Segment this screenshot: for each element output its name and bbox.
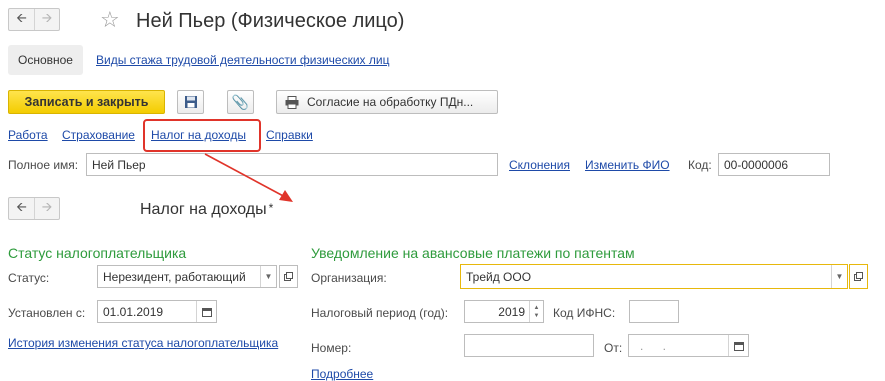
calendar-icon[interactable] [728,335,748,356]
more-details-link[interactable]: Подробнее [311,367,373,381]
tax-period-label: Налоговый период (год): [311,306,449,320]
save-and-close-button[interactable]: Записать и закрыть [8,90,165,114]
save-button[interactable] [177,90,204,114]
subform-title: Налог на доходы * [140,201,274,218]
history-nav: 🡨 🡪 [8,8,60,31]
taxpayer-status-section-title: Статус налогоплательщика [8,245,187,261]
from-date-value: . . [640,338,675,353]
consent-button-label: Согласие на обработку ПДн... [307,95,474,109]
status-select-value: Нерезидент, работающий [103,269,246,284]
organization-label: Организация: [311,271,387,285]
attach-file-button[interactable]: 📎 [227,90,254,114]
subform-history-nav: 🡨 🡪 [8,197,60,220]
code-label: Код: [688,158,712,172]
organization-select[interactable]: Трейд ООО ▼ [460,264,848,289]
consent-print-button[interactable]: Согласие на обработку ПДн... [276,90,498,114]
page-title: Ней Пьер (Физическое лицо) [136,10,405,32]
forward-arrow-icon[interactable]: 🡪 [34,9,59,30]
subform-forward-arrow-icon[interactable]: 🡪 [34,198,59,219]
status-label: Статус: [8,271,50,285]
from-date-label: От: [604,341,623,355]
organization-dropdown-icon[interactable]: ▼ [831,265,847,288]
declensions-link[interactable]: Склонения [509,158,570,172]
patent-notice-section-title: Уведомление на авансовые платежи по пате… [311,245,635,261]
number-input[interactable] [464,334,594,357]
ifns-code-input[interactable] [629,300,679,323]
set-date-label: Установлен с: [8,306,86,320]
subform-back-arrow-icon[interactable]: 🡨 [9,198,34,219]
link-income-tax[interactable]: Налог на доходы [151,128,246,142]
link-certificates[interactable]: Справки [266,128,313,142]
open-window-icon [284,272,293,281]
link-work[interactable]: Работа [8,128,48,142]
favorite-star-icon[interactable]: ☆ [100,9,120,31]
change-fio-link[interactable]: Изменить ФИО [585,158,670,172]
printer-icon [285,95,299,109]
fullname-label: Полное имя: [8,158,79,172]
back-arrow-icon[interactable]: 🡨 [9,9,34,30]
floppy-disk-icon [184,96,197,108]
tab-main[interactable]: Основное [8,45,83,75]
organization-value: Трейд ООО [466,269,532,284]
organization-open-button[interactable] [849,264,868,289]
status-history-link[interactable]: История изменения статуса налогоплательщ… [8,336,278,350]
status-dropdown-icon[interactable]: ▼ [260,266,276,287]
tab-work-experience-types[interactable]: Виды стажа трудовой деятельности физичес… [96,53,389,67]
ifns-code-label: Код ИФНС: [553,306,616,320]
stepper-icon[interactable]: ▲ ▼ [529,301,543,322]
from-date-input[interactable]: . . [628,334,749,357]
tax-period-value: 2019 [498,304,525,319]
paperclip-icon: 📎 [231,93,250,110]
status-select[interactable]: Нерезидент, работающий ▼ [97,265,277,288]
number-label: Номер: [311,341,352,355]
set-date-input[interactable]: 01.01.2019 [97,300,217,323]
link-insurance[interactable]: Страхование [62,128,135,142]
code-input[interactable]: 00-0000006 [718,153,830,176]
status-open-button[interactable] [279,265,298,288]
open-window-icon [854,272,863,281]
set-date-value: 01.01.2019 [103,304,164,319]
tax-period-input[interactable]: 2019 ▲ ▼ [464,300,544,323]
calendar-icon[interactable] [196,301,216,322]
